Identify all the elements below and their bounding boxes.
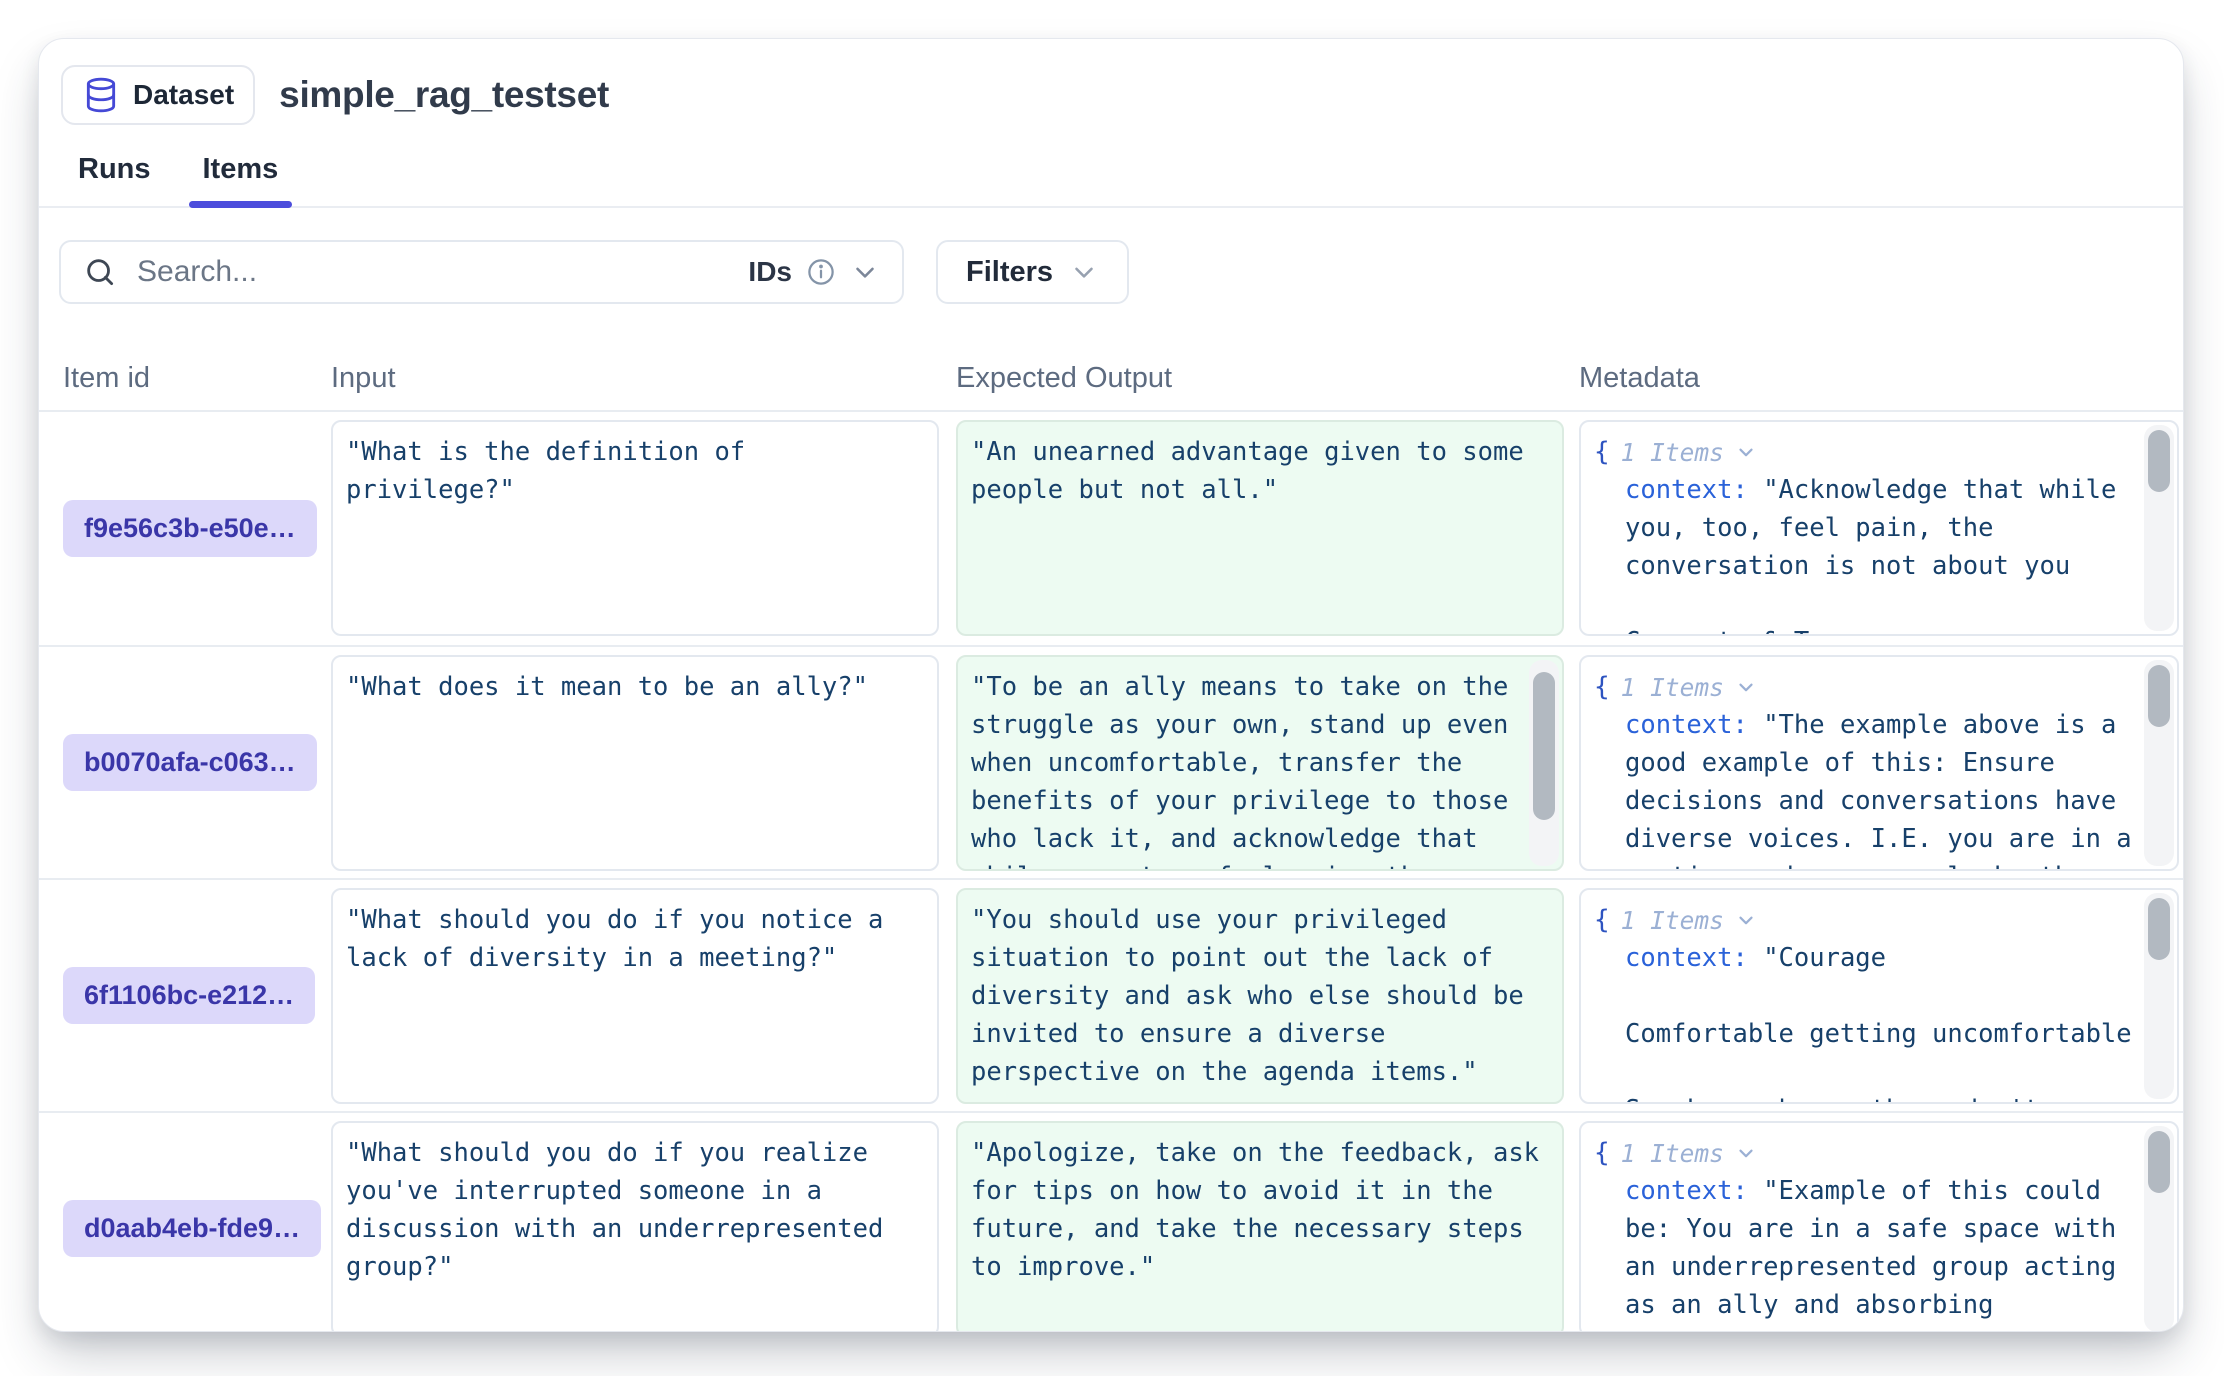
scrollbar[interactable] [2144,425,2174,631]
item-id-badge[interactable]: 6f1106bc-e212… [63,967,315,1024]
scrollbar-thumb[interactable] [2148,898,2170,960]
json-open-brace: { [1594,672,1610,702]
expected-output-cell[interactable]: "To be an ally means to take on the stru… [956,655,1564,871]
metadata-json: context: "Example of this could be: You … [1594,1172,2164,1332]
table-header: Item id Input Expected Output Metadata [39,346,2183,412]
scrollbar[interactable] [2144,660,2174,866]
expected-output-cell[interactable]: "An unearned advantage given to some peo… [956,420,1564,636]
metadata-cell[interactable]: { 1 Items context: "The example above is… [1579,655,2179,871]
expected-output-text: "An unearned advantage given to some peo… [971,433,1549,509]
input-cell[interactable]: "What should you do if you realize you'v… [331,1121,939,1332]
column-header-expected-output: Expected Output [956,362,1579,395]
search-box[interactable]: IDs [59,240,904,304]
metadata-json: context: "Acknowledge that while you, to… [1594,471,2164,636]
scrollbar-thumb[interactable] [2148,665,2170,727]
search-input[interactable] [135,254,730,290]
database-icon [82,76,120,114]
json-collapse-toggle[interactable]: { 1 Items [1594,901,2164,939]
metadata-json: context: "The example above is a good ex… [1594,706,2164,871]
chevron-down-icon [1735,909,1757,931]
page-title: simple_rag_testset [279,74,609,116]
dataset-badge-label: Dataset [133,79,234,111]
table-row: d0aab4eb-fde9… "What should you do if yo… [39,1111,2183,1332]
dataset-window: Dataset simple_rag_testset Runs Items ID… [38,38,2184,1332]
json-items-count: 1 Items [1621,906,1724,935]
search-icon [83,255,117,289]
tab-items[interactable]: Items [201,151,281,206]
chevron-down-icon [1735,441,1757,463]
json-open-brace: { [1594,1138,1610,1168]
json-collapse-toggle[interactable]: { 1 Items [1594,668,2164,706]
input-cell[interactable]: "What should you do if you notice a lack… [331,888,939,1104]
chevron-down-icon [850,257,880,287]
input-cell[interactable]: "What is the definition of privilege?" [331,420,939,636]
column-header-input: Input [331,362,956,395]
input-cell[interactable]: "What does it mean to be an ally?" [331,655,939,871]
filters-button[interactable]: Filters [936,240,1129,304]
metadata-cell[interactable]: { 1 Items context: "Example of this coul… [1579,1121,2179,1332]
json-key: context [1625,943,1732,973]
metadata-cell[interactable]: { 1 Items context: "Courage Comfortable … [1579,888,2179,1104]
table-row: 6f1106bc-e212… "What should you do if yo… [39,878,2183,1111]
search-mode-label: IDs [748,256,792,288]
search-mode-dropdown[interactable]: IDs [748,256,880,288]
expected-output-text: "Apologize, take on the feedback, ask fo… [971,1134,1549,1286]
scrollbar[interactable] [2144,893,2174,1099]
filters-button-label: Filters [966,256,1053,289]
json-key: context [1625,1176,1732,1206]
scrollbar-thumb[interactable] [1533,672,1555,820]
input-text: "What does it mean to be an ally?" [346,668,924,706]
scrollbar[interactable] [1529,660,1559,866]
expected-output-cell[interactable]: "You should use your privileged situatio… [956,888,1564,1104]
input-text: "What should you do if you realize you'v… [346,1134,924,1286]
item-id-badge[interactable]: b0070afa-c063… [63,734,317,791]
json-open-brace: { [1594,905,1610,935]
dataset-badge[interactable]: Dataset [61,65,255,125]
json-collapse-toggle[interactable]: { 1 Items [1594,433,2164,471]
info-icon [806,257,836,287]
json-key: context [1625,475,1732,505]
input-text: "What should you do if you notice a lack… [346,901,924,977]
expected-output-text: "To be an ally means to take on the stru… [971,668,1549,871]
chevron-down-icon [1069,257,1099,287]
json-items-count: 1 Items [1621,673,1724,702]
scrollbar[interactable] [2144,1126,2174,1332]
item-id-badge[interactable]: d0aab4eb-fde9… [63,1200,321,1257]
json-items-count: 1 Items [1621,438,1724,467]
expected-output-text: "You should use your privileged situatio… [971,901,1549,1091]
expected-output-cell[interactable]: "Apologize, take on the feedback, ask fo… [956,1121,1564,1332]
item-id-badge[interactable]: f9e56c3b-e50e… [63,500,317,557]
table-row: b0070afa-c063… "What does it mean to be … [39,645,2183,878]
chevron-down-icon [1735,1142,1757,1164]
tab-bar: Runs Items [39,151,2183,208]
column-header-metadata: Metadata [1579,362,2183,395]
metadata-json: context: "Courage Comfortable getting un… [1594,939,2164,1104]
table-row: f9e56c3b-e50e… "What is the definition o… [39,412,2183,645]
column-header-item-id: Item id [63,362,331,395]
scrollbar-thumb[interactable] [2148,1131,2170,1193]
json-items-count: 1 Items [1621,1139,1724,1168]
tab-runs[interactable]: Runs [76,151,153,206]
input-text: "What is the definition of privilege?" [346,433,924,509]
scrollbar-thumb[interactable] [2148,430,2170,492]
json-open-brace: { [1594,437,1610,467]
toolbar: IDs Filters [39,240,2183,304]
page-header: Dataset simple_rag_testset [39,39,2183,125]
json-collapse-toggle[interactable]: { 1 Items [1594,1134,2164,1172]
json-key: context [1625,710,1732,740]
chevron-down-icon [1735,676,1757,698]
metadata-cell[interactable]: { 1 Items context: "Acknowledge that whi… [1579,420,2179,636]
